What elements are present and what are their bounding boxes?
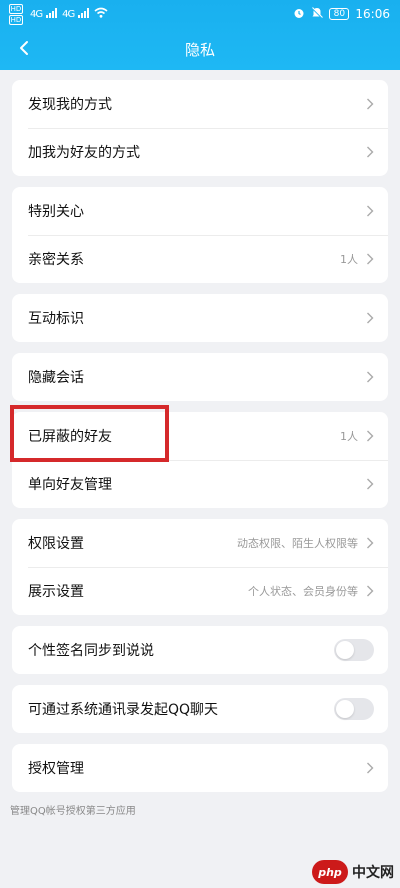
row-label: 授权管理 — [28, 761, 84, 777]
settings-group: 已屏蔽的好友 1人 单向好友管理 — [12, 412, 388, 508]
alarm-icon — [293, 7, 305, 22]
back-button[interactable] — [14, 37, 36, 59]
signature-sync-toggle[interactable] — [334, 639, 374, 661]
row-add-friend-method[interactable]: 加我为好友的方式 — [12, 128, 388, 176]
signal-icon-2 — [78, 7, 90, 21]
row-label: 特别关心 — [28, 204, 84, 220]
chevron-right-icon — [366, 585, 374, 597]
chevron-right-icon — [366, 537, 374, 549]
chevron-left-icon — [20, 41, 28, 55]
toggle-knob — [336, 700, 354, 718]
chevron-right-icon — [366, 205, 374, 217]
row-label: 权限设置 — [28, 536, 84, 552]
status-bar: HD HD 4G 4G 80 16:06 — [0, 0, 400, 28]
row-label: 隐藏会话 — [28, 370, 84, 386]
chevron-right-icon — [366, 253, 374, 265]
row-one-way-friends[interactable]: 单向好友管理 — [12, 460, 388, 508]
settings-group: 特别关心 亲密关系 1人 — [12, 187, 388, 283]
row-value: 1人 — [340, 430, 358, 443]
sim-label-1: HD — [8, 4, 24, 14]
row-label: 已屏蔽的好友 — [28, 429, 112, 445]
row-label: 单向好友管理 — [28, 477, 112, 493]
row-permission-settings[interactable]: 权限设置 动态权限、陌生人权限等 — [12, 519, 388, 567]
battery-icon: 80 — [329, 8, 350, 20]
signal-icon-1 — [46, 7, 58, 21]
row-label: 亲密关系 — [28, 252, 84, 268]
row-special-care[interactable]: 特别关心 — [12, 187, 388, 235]
row-label: 加我为好友的方式 — [28, 145, 140, 161]
row-discover-me[interactable]: 发现我的方式 — [12, 80, 388, 128]
chevron-right-icon — [366, 371, 374, 383]
chevron-right-icon — [366, 146, 374, 158]
row-value: 1人 — [340, 253, 358, 266]
settings-group: 互动标识 — [12, 294, 388, 342]
mute-icon — [311, 6, 324, 22]
row-contacts-chat: 可通过系统通讯录发起QQ聊天 — [12, 685, 388, 733]
chevron-right-icon — [366, 312, 374, 324]
network-label-2: 4G — [62, 8, 75, 20]
row-signature-sync: 个性签名同步到说说 — [12, 626, 388, 674]
row-label: 互动标识 — [28, 311, 84, 327]
row-interaction-marks[interactable]: 互动标识 — [12, 294, 388, 342]
row-authorization-management[interactable]: 授权管理 — [12, 744, 388, 792]
row-blocked-friends[interactable]: 已屏蔽的好友 1人 — [12, 412, 388, 460]
wifi-icon — [94, 7, 108, 21]
chevron-right-icon — [366, 430, 374, 442]
row-intimate-relation[interactable]: 亲密关系 1人 — [12, 235, 388, 283]
settings-group: 个性签名同步到说说 — [12, 626, 388, 674]
network-label-1: 4G — [30, 8, 43, 20]
contacts-chat-toggle[interactable] — [334, 698, 374, 720]
settings-group: 发现我的方式 加我为好友的方式 — [12, 80, 388, 176]
chevron-right-icon — [366, 762, 374, 774]
settings-group: 隐藏会话 — [12, 353, 388, 401]
status-time: 16:06 — [355, 7, 390, 21]
settings-group: 可通过系统通讯录发起QQ聊天 — [12, 685, 388, 733]
row-value: 动态权限、陌生人权限等 — [237, 537, 358, 550]
row-hidden-chats[interactable]: 隐藏会话 — [12, 353, 388, 401]
row-label: 发现我的方式 — [28, 97, 112, 113]
watermark: php 中文网 — [312, 860, 394, 884]
row-display-settings[interactable]: 展示设置 个人状态、会员身份等 — [12, 567, 388, 615]
settings-list: 发现我的方式 加我为好友的方式 特别关心 亲密关系 1人 互动标识 隐藏会话 已… — [0, 80, 400, 792]
header: HD HD 4G 4G 80 16:06 隐私 — [0, 0, 400, 70]
row-label: 可通过系统通讯录发起QQ聊天 — [28, 702, 219, 718]
row-label: 个性签名同步到说说 — [28, 643, 154, 659]
nav-bar: 隐私 — [0, 28, 400, 70]
chevron-right-icon — [366, 478, 374, 490]
row-label: 展示设置 — [28, 584, 84, 600]
sim-icon: HD HD — [8, 4, 24, 25]
chevron-right-icon — [366, 98, 374, 110]
footer-note: 管理QQ帐号授权第三方应用 — [10, 806, 136, 817]
php-logo: php — [312, 860, 348, 884]
settings-group: 授权管理 — [12, 744, 388, 792]
toggle-knob — [336, 641, 354, 659]
page-title: 隐私 — [184, 40, 215, 59]
watermark-site-text: 中文网 — [352, 865, 394, 881]
settings-group: 权限设置 动态权限、陌生人权限等 展示设置 个人状态、会员身份等 — [12, 519, 388, 615]
sim-label-2: HD — [8, 15, 24, 25]
row-value: 个人状态、会员身份等 — [248, 585, 358, 598]
